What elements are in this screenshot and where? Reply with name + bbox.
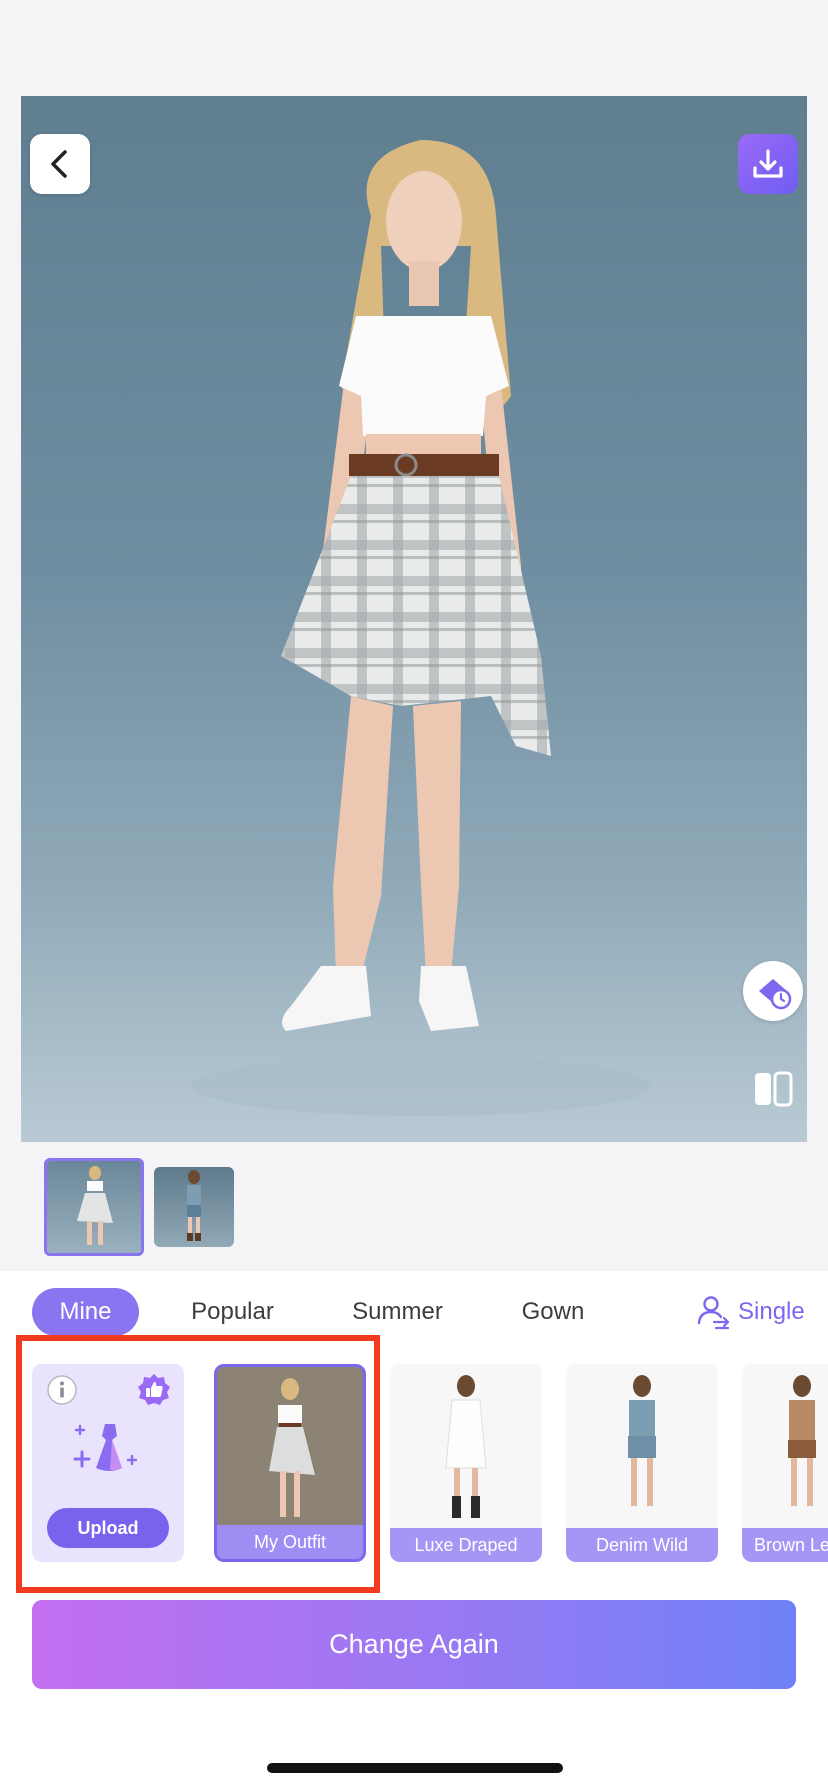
- upload-button[interactable]: Upload: [47, 1508, 169, 1548]
- info-icon[interactable]: [46, 1374, 78, 1406]
- outfit-card-denim-wild[interactable]: Denim Wild: [566, 1364, 718, 1562]
- outfit-card-luxe-draped[interactable]: Luxe Draped: [390, 1364, 542, 1562]
- change-again-button[interactable]: Change Again: [32, 1600, 796, 1689]
- single-mode-label: Single: [738, 1298, 805, 1325]
- compare-icon: [755, 1071, 793, 1107]
- dress-sparkle-icon: [73, 1424, 138, 1471]
- outfit-label: Denim Wild: [566, 1528, 718, 1562]
- history-icon: [759, 979, 792, 1010]
- thumbnail-figure: [77, 1166, 113, 1245]
- outfit-label: My Outfit: [217, 1525, 363, 1559]
- tab-gown[interactable]: Gown: [508, 1288, 598, 1336]
- history-button[interactable]: [743, 961, 803, 1021]
- outfit-card-my-outfit[interactable]: My Outfit: [214, 1364, 366, 1562]
- result-thumbnail[interactable]: [154, 1167, 234, 1247]
- home-indicator: [267, 1763, 563, 1773]
- thumbs-up-badge-icon: [138, 1374, 170, 1405]
- result-thumbnail[interactable]: [44, 1158, 144, 1256]
- download-icon: [753, 149, 783, 178]
- upload-card[interactable]: Upload: [32, 1364, 184, 1562]
- outfit-carousel: Upload My Outfit Luxe Draped Denim Wild …: [0, 1360, 828, 1566]
- tab-popular[interactable]: Popular: [180, 1288, 285, 1336]
- download-button[interactable]: [738, 134, 798, 194]
- outfit-card-brown-le[interactable]: Brown Le: [742, 1364, 828, 1562]
- outfit-label: Luxe Draped: [390, 1528, 542, 1562]
- result-photo: [21, 96, 807, 1142]
- model-illustration: [191, 140, 651, 1116]
- outfit-label: Brown Le: [742, 1528, 828, 1562]
- tab-mine[interactable]: Mine: [32, 1288, 139, 1336]
- person-swap-icon: [697, 1296, 730, 1330]
- thumbnail-figure: [187, 1170, 201, 1241]
- tab-summer[interactable]: Summer: [340, 1288, 455, 1336]
- back-button[interactable]: [30, 134, 90, 194]
- chevron-left-icon: [51, 150, 67, 178]
- compare-button[interactable]: [748, 1065, 798, 1113]
- single-mode-toggle[interactable]: Single: [694, 1290, 805, 1334]
